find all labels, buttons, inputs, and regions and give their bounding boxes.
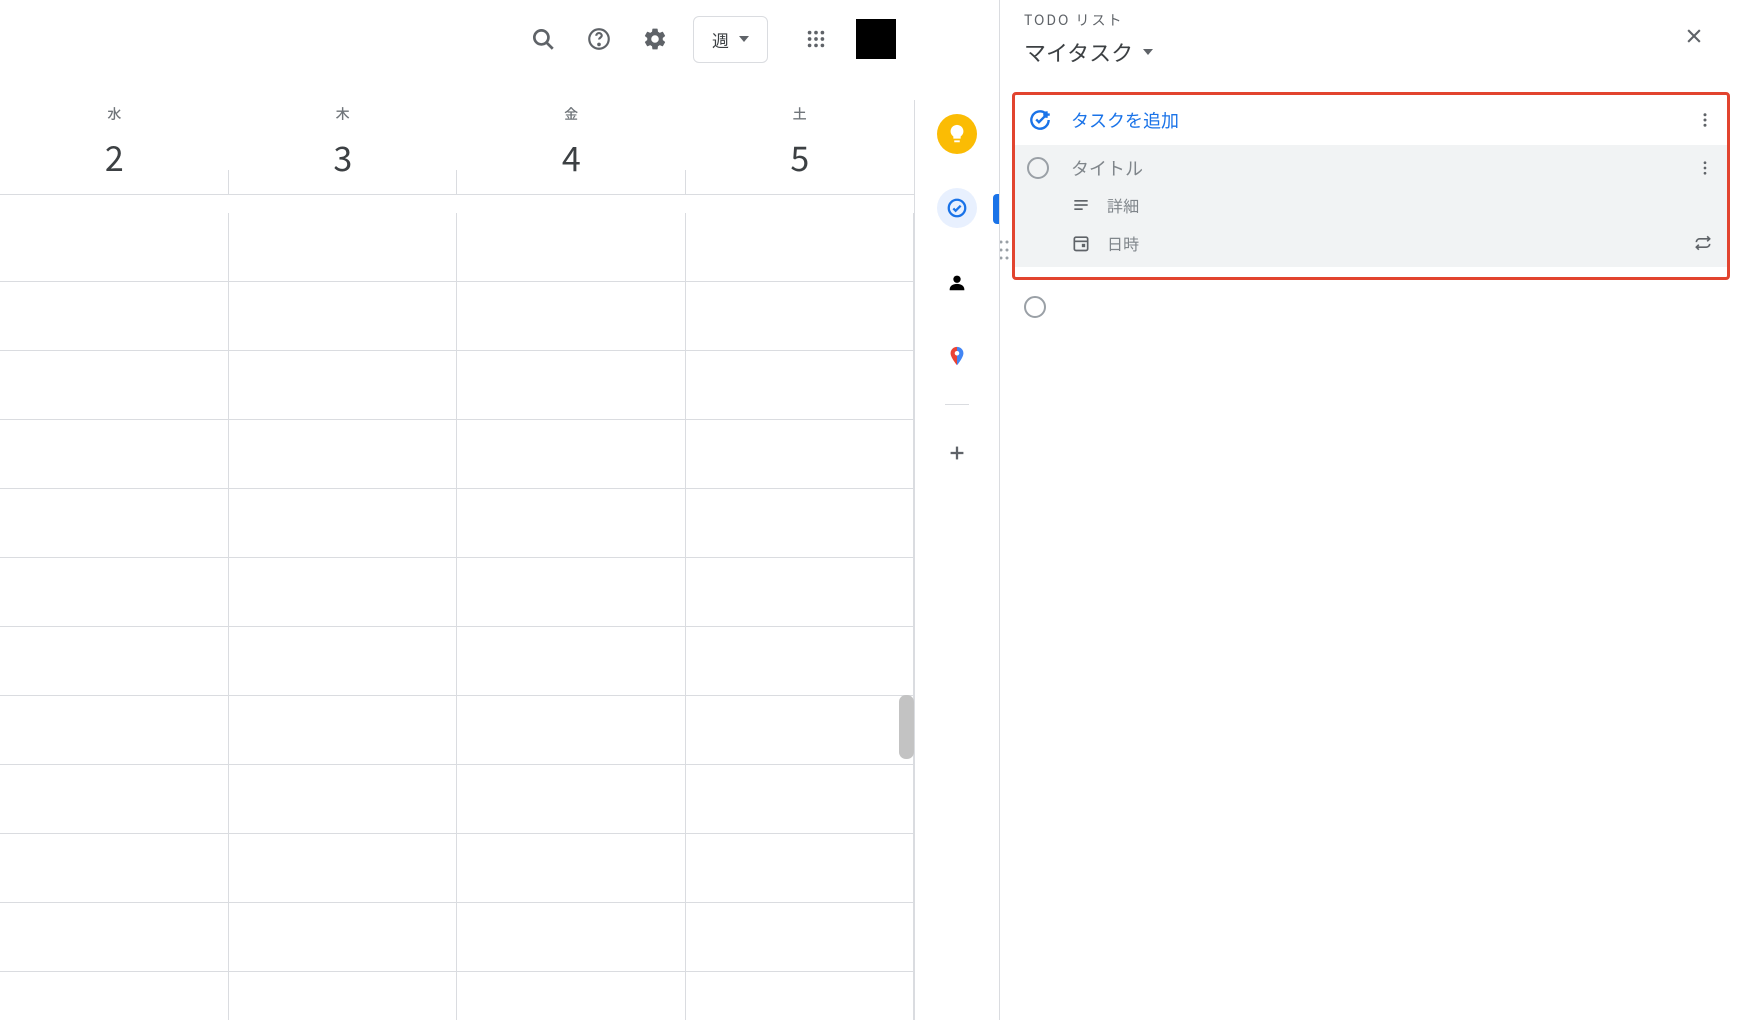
side-panel-rail — [914, 100, 999, 1020]
list-menu-button[interactable] — [1693, 108, 1717, 132]
search-icon[interactable] — [519, 15, 567, 63]
day-column-header[interactable]: 土 5 — [686, 100, 915, 194]
top-toolbar: 週 — [0, 0, 914, 78]
day-column-header[interactable]: 木 3 — [229, 100, 458, 194]
task-menu-button[interactable] — [1693, 156, 1717, 180]
settings-icon[interactable] — [631, 15, 679, 63]
tasks-panel-header: TODO リスト マイタスク — [1000, 10, 1742, 68]
todo-list-label: TODO リスト — [1024, 10, 1153, 30]
keep-app-icon[interactable] — [937, 114, 977, 154]
task-details-input[interactable]: 詳細 — [1107, 193, 1139, 217]
calendar-header: 水 2 木 3 金 4 土 5 — [0, 100, 914, 195]
task-date-input[interactable]: 日時 — [1107, 231, 1693, 255]
date-number: 4 — [562, 132, 581, 181]
close-panel-button[interactable] — [1674, 16, 1714, 56]
day-label: 土 — [793, 104, 807, 124]
notes-icon — [1071, 195, 1091, 215]
calendar-body[interactable] — [0, 213, 914, 1020]
task-title-input[interactable]: タイトル — [1071, 155, 1693, 181]
empty-task-row — [1000, 280, 1742, 318]
day-label: 金 — [564, 104, 578, 124]
maps-app-icon[interactable] — [937, 336, 977, 376]
help-icon[interactable] — [575, 15, 623, 63]
calendar-icon — [1071, 233, 1091, 253]
google-apps-icon[interactable] — [792, 15, 840, 63]
caret-down-icon — [1143, 49, 1153, 55]
caret-down-icon — [739, 36, 749, 42]
annotation-highlight-box: タスクを追加 タイトル 詳細 日時 — [1012, 92, 1730, 280]
task-date-row[interactable]: 日時 — [1027, 231, 1717, 255]
view-label: 週 — [712, 27, 729, 52]
day-column-header[interactable]: 金 4 — [457, 100, 686, 194]
task-list-selector[interactable]: マイタスク — [1024, 36, 1153, 68]
day-label: 木 — [336, 104, 350, 124]
date-number: 3 — [333, 132, 352, 181]
contacts-app-icon[interactable] — [937, 262, 977, 302]
add-addon-icon[interactable] — [937, 433, 977, 473]
date-number: 2 — [105, 132, 124, 181]
calendar-area: 水 2 木 3 金 4 土 5 — [0, 100, 914, 1020]
day-label: 水 — [107, 104, 121, 124]
task-complete-radio[interactable] — [1027, 157, 1049, 179]
day-column-header[interactable]: 水 2 — [0, 100, 229, 194]
scrollbar-thumb[interactable] — [899, 695, 914, 759]
tasks-panel: TODO リスト マイタスク タスクを追加 タイトル — [999, 0, 1742, 1020]
date-number: 5 — [790, 132, 809, 181]
add-task-row: タスクを追加 — [1015, 103, 1727, 145]
task-item-editing: タイトル 詳細 日時 — [1015, 145, 1727, 267]
add-task-icon — [1027, 107, 1053, 133]
add-task-button[interactable]: タスクを追加 — [1071, 107, 1693, 133]
task-details-row[interactable]: 詳細 — [1027, 193, 1717, 217]
task-complete-radio[interactable] — [1024, 296, 1046, 318]
rail-separator — [945, 404, 969, 405]
repeat-icon[interactable] — [1693, 233, 1713, 253]
view-selector[interactable]: 週 — [693, 16, 768, 63]
account-avatar[interactable] — [856, 19, 896, 59]
tasks-app-icon[interactable] — [937, 188, 977, 228]
task-list-name: マイタスク — [1024, 36, 1133, 68]
